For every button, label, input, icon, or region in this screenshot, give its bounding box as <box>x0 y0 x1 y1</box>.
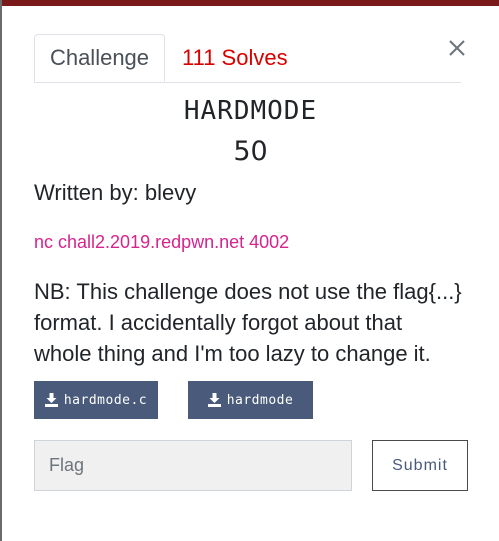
download-icon <box>44 393 58 407</box>
file-label: hardmode <box>226 392 294 408</box>
challenge-author: Written by: blevy <box>34 180 197 205</box>
tab-challenge[interactable]: Challenge <box>34 34 165 82</box>
close-icon <box>449 40 465 56</box>
download-icon <box>207 393 221 407</box>
tab-solves[interactable]: 111 Solves <box>182 34 288 82</box>
file-label: hardmode.c <box>63 392 148 408</box>
modal-tabs: Challenge 111 Solves <box>34 34 461 83</box>
submit-button[interactable]: Submit <box>372 440 468 491</box>
challenge-modal: Challenge 111 Solves HARDMODE 50 Written… <box>2 6 499 541</box>
challenge-points: 50 <box>233 136 268 167</box>
download-hardmode-button[interactable]: hardmode <box>188 381 313 419</box>
download-hardmode-c-button[interactable]: hardmode.c <box>34 381 158 419</box>
challenge-title: HARDMODE <box>183 96 318 126</box>
connection-string: nc chall2.2019.redpwn.net 4002 <box>34 232 290 252</box>
flag-input[interactable] <box>34 440 352 491</box>
challenge-description: NB: This challenge does not use the flag… <box>34 279 462 366</box>
close-button[interactable] <box>445 36 469 60</box>
